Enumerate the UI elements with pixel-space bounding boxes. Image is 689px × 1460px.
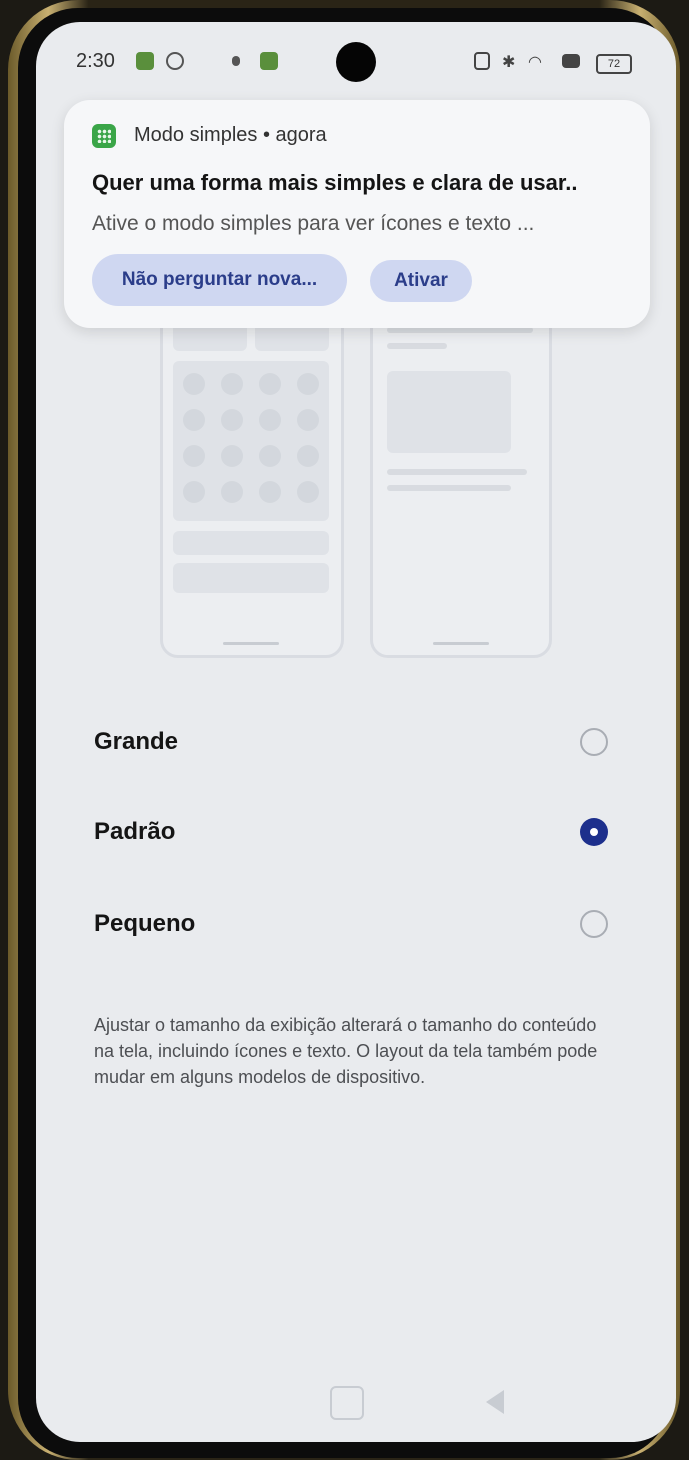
radio-label: Pequeno (94, 910, 196, 937)
radio-label: Grande (94, 728, 179, 755)
navigation-bar (36, 1372, 676, 1442)
radio-label: Padrão (94, 818, 176, 845)
notification-time: agora (275, 124, 327, 146)
separator-dot: • (262, 124, 276, 146)
front-camera (336, 42, 376, 82)
notification-header: Modo simples • agora (134, 124, 327, 147)
simple-mode-notification[interactable]: Modo simples • agora Quer uma forma mais… (64, 100, 650, 328)
activate-button[interactable]: Ativar (370, 260, 472, 302)
display-size-description: Ajustar o tamanho da exibição alterará o… (94, 1015, 598, 1087)
preview-standard-layout (160, 302, 344, 658)
screen: 2:30 ✱ ◠ 72 Modo simples • agora Quer um… (36, 22, 676, 1442)
app-grid-icon (92, 124, 116, 148)
notification-title: Quer uma forma mais simples e clara de u… (92, 170, 578, 195)
preview-simple-layout (370, 302, 552, 658)
nfc-icon (474, 52, 490, 70)
signal-icon (562, 54, 580, 68)
home-icon[interactable] (330, 1386, 364, 1420)
back-icon[interactable] (486, 1390, 504, 1414)
notification-body: Ative o modo simples para ver ícones e t… (92, 212, 535, 235)
status-bar: 2:30 ✱ ◠ 72 (36, 22, 676, 102)
dont-ask-again-button[interactable]: Não perguntar nova... (92, 254, 347, 306)
steering-icon (166, 52, 184, 70)
radio-button[interactable] (580, 728, 608, 756)
bug-icon (232, 56, 240, 66)
app-notification-icon (136, 52, 154, 70)
battery-indicator: 72 (596, 54, 632, 74)
notification-app-name: Modo simples (134, 124, 258, 146)
radio-button-selected[interactable] (580, 818, 608, 846)
status-time: 2:30 (76, 50, 115, 72)
radio-option-grande[interactable]: Grande (76, 708, 636, 778)
bluetooth-icon: ✱ (502, 54, 516, 71)
radio-option-padrao[interactable]: Padrão (76, 798, 636, 868)
sim-icon (260, 52, 278, 70)
radio-option-pequeno[interactable]: Pequeno (76, 890, 636, 960)
radio-button[interactable] (580, 910, 608, 938)
wifi-icon: ◠ (528, 54, 542, 71)
